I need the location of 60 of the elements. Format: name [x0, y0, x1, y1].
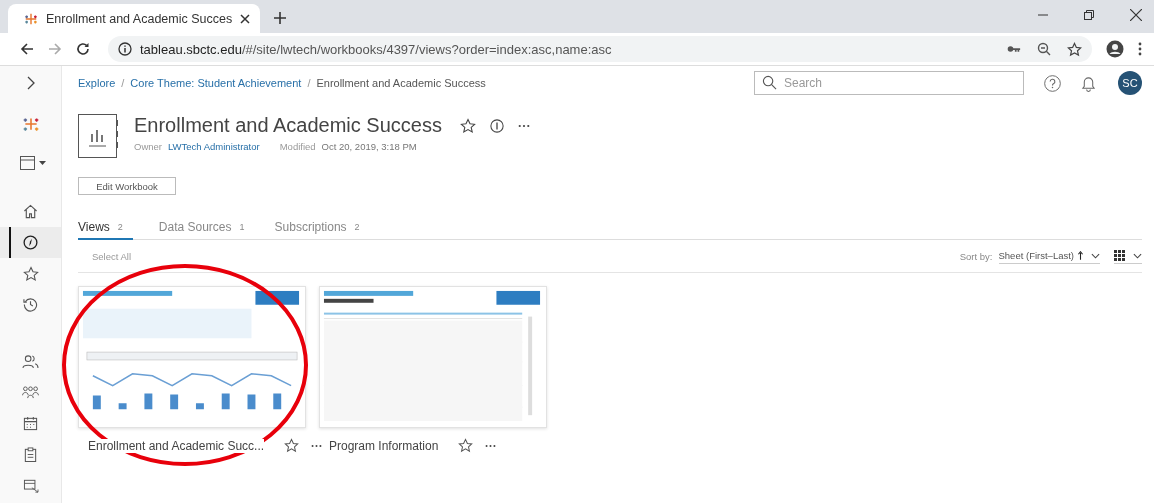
view-title[interactable]: Enrollment and Academic Succ...	[88, 438, 265, 453]
sort-dropdown[interactable]: Sheet (First–Last)	[998, 248, 1100, 264]
tab[interactable]: Data Sources 1	[158, 216, 249, 240]
modified-label: Modified	[279, 141, 316, 152]
help-icon[interactable]	[1044, 74, 1061, 92]
new-tab-icon[interactable]	[274, 12, 287, 24]
owner-label: Owner	[134, 141, 162, 152]
account-icon[interactable]	[1106, 40, 1124, 58]
menu-icon[interactable]	[1138, 42, 1142, 56]
tableau-logo-icon	[24, 11, 38, 26]
bell-icon[interactable]	[1081, 74, 1096, 92]
star-icon[interactable]	[459, 117, 476, 134]
reload-icon[interactable]	[76, 42, 90, 56]
grid-icon	[1114, 250, 1125, 261]
sort-arrow-icon	[1078, 251, 1083, 260]
key-icon[interactable]	[1007, 44, 1021, 54]
star-icon[interactable]	[22, 265, 39, 282]
breadcrumb-link[interactable]: Core Theme: Student Achievement	[130, 77, 302, 89]
breadcrumb-current: Enrollment and Academic Success	[316, 77, 486, 89]
breadcrumb-separator: /	[121, 77, 125, 89]
workbook-title: Enrollment and Academic Success	[134, 114, 442, 137]
more-icon[interactable]	[517, 123, 530, 128]
breadcrumb-link[interactable]: Explore	[78, 77, 116, 89]
browser-tab[interactable]: Enrollment and Academic Succes	[8, 4, 261, 33]
close-icon[interactable]	[1130, 9, 1142, 21]
restore-icon[interactable]	[1084, 10, 1094, 20]
view-mode-dropdown[interactable]	[1114, 248, 1142, 264]
search-icon	[762, 75, 777, 90]
sort-label: Sort by:	[959, 250, 993, 262]
info-icon[interactable]	[489, 118, 504, 133]
chevron-down-icon	[1133, 252, 1142, 259]
data-source-icon[interactable]	[22, 478, 39, 493]
tab[interactable]: Subscriptions 2	[274, 216, 364, 240]
chevron-down-icon	[1091, 252, 1100, 259]
owner-link[interactable]: LWTech Administrator	[168, 141, 260, 152]
search-field[interactable]: Search	[754, 71, 1024, 95]
breadcrumb-separator: /	[307, 77, 311, 89]
close-icon[interactable]	[240, 13, 251, 24]
info-icon	[118, 42, 132, 56]
view-title[interactable]: Program Information	[329, 438, 439, 453]
tab[interactable]: Views 2	[78, 216, 133, 240]
window-dropdown-icon[interactable]	[19, 156, 46, 170]
expand-icon[interactable]	[26, 76, 35, 90]
user-avatar[interactable]: SC	[1118, 71, 1142, 95]
clipboard-icon[interactable]	[23, 447, 38, 462]
edit-workbook-button[interactable]: Edit Workbook	[78, 177, 176, 195]
home-icon[interactable]	[23, 204, 38, 219]
tab-title: Enrollment and Academic Succes	[46, 11, 233, 26]
back-icon[interactable]	[20, 42, 34, 56]
zoom-out-icon[interactable]	[1037, 42, 1051, 56]
history-icon[interactable]	[23, 297, 38, 312]
users-icon[interactable]	[22, 354, 39, 369]
group-icon[interactable]	[22, 386, 39, 399]
tableau-logo-icon[interactable]	[21, 115, 40, 133]
calendar-icon[interactable]	[23, 416, 38, 431]
compass-icon[interactable]	[23, 235, 38, 250]
modified-date: Oct 20, 2019, 3:18 PM	[321, 141, 417, 152]
address-field[interactable]: tableau.sbctc.edu/#/site/lwtech/workbooks/4397/views?order=index:asc,name:asc	[108, 36, 1092, 62]
star-icon[interactable]	[1067, 41, 1082, 57]
workbook-icon	[78, 114, 120, 158]
